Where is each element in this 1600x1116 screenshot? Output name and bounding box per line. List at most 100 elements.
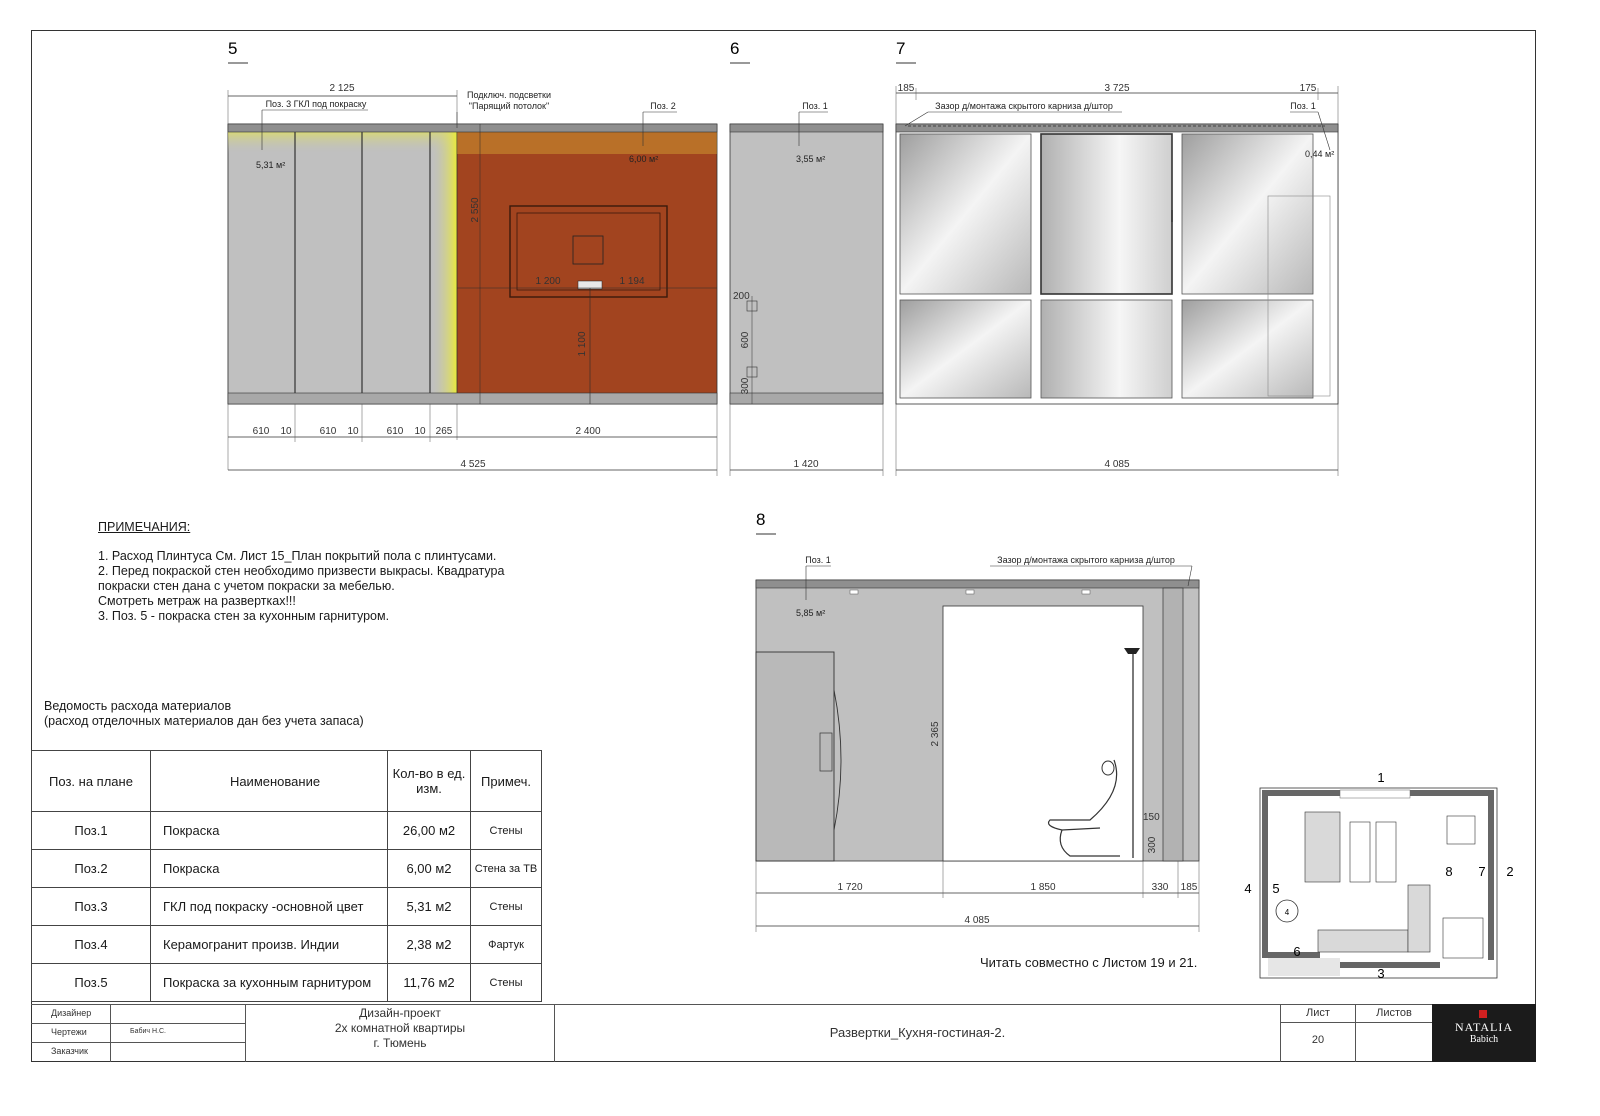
drafter-name: Бабич Н.С.	[130, 1028, 166, 1035]
dim-1200: 1 200	[535, 276, 560, 287]
materials-heading: Ведомость расхода материалов (расход отд…	[44, 699, 364, 729]
elevation-7: 7 185 3 725 175 Зазор д/монтажа скрытого…	[895, 39, 1339, 476]
note-line: 2. Перед покраской стен необходимо призв…	[98, 564, 505, 578]
list-number: 20	[1311, 1034, 1325, 1046]
cell-qty: 11,76 м2	[387, 963, 471, 1002]
cell-qty: 5,31 м2	[387, 887, 471, 926]
dim-610-c: 610	[387, 426, 404, 437]
dim-1420: 1 420	[793, 459, 818, 470]
sheet-title: Развертки_Кухня-гостиная-2.	[829, 1025, 1006, 1040]
cell-qty: 2,38 м2	[387, 925, 471, 964]
key-label-6: 6	[1293, 944, 1300, 959]
dim-2550: 2 550	[470, 197, 481, 222]
dim-175: 175	[1300, 83, 1317, 94]
wall-glow	[430, 124, 457, 404]
dim-1850: 1 850	[1030, 882, 1055, 893]
label-poz2: Поз. 2	[650, 101, 676, 111]
view-number-5: 5	[228, 39, 237, 58]
table-row: Поз.4 Керамогранит произв. Индии 2,38 м2…	[31, 925, 542, 964]
window-pane-3	[1181, 133, 1314, 295]
dim-3725: 3 725	[1104, 83, 1129, 94]
dim-10-b: 10	[347, 426, 359, 437]
dim-4525: 4 525	[460, 459, 485, 470]
elevation-5: 5 2 125 1 200 1 194 2 550 1 100 Поз. 3 Г…	[227, 39, 718, 476]
key-label-1: 1	[1377, 770, 1384, 785]
dim-200: 200	[733, 291, 750, 302]
cell-qty: 26,00 м2	[387, 811, 471, 850]
key-label-2: 2	[1506, 864, 1513, 879]
cell-note: Стены	[470, 963, 542, 1002]
cell-name: Покраска за кухонным гарнитуром	[150, 963, 388, 1002]
role-designer: Дизайнер	[51, 1008, 92, 1018]
dim-185-v8: 185	[1181, 882, 1198, 893]
view-number-8: 8	[756, 510, 765, 529]
dim-2400: 2 400	[575, 426, 600, 437]
project-line-1: Дизайн-проект	[359, 1006, 441, 1020]
cell-pos: Поз.5	[31, 963, 151, 1002]
area-v8: 5,85 м²	[796, 608, 825, 618]
window-pane-2	[1040, 133, 1173, 295]
logo-mark-icon	[1479, 1010, 1487, 1018]
cell-pos: Поз.4	[31, 925, 151, 964]
label-poz1-v8: Поз. 1	[805, 555, 831, 565]
table-header-row: Поз. на плане Наименование Кол-во в ед. …	[31, 750, 542, 812]
view-number-6: 6	[730, 39, 739, 58]
dim-2365: 2 365	[930, 721, 941, 746]
window-pane-1	[899, 133, 1032, 295]
note-line: покраски стен дана с учетом покраски за …	[98, 579, 395, 593]
listov-label: Листов	[1376, 1007, 1412, 1019]
label-poz1-v6: Поз. 1	[802, 101, 828, 111]
dim-265: 265	[436, 426, 453, 437]
ceiling-band-5	[227, 123, 718, 133]
elevation-6: 6 Поз. 1 3,55 м² 200 600 300 1 420	[729, 39, 884, 476]
key-label-4: 4	[1244, 881, 1251, 896]
project-line-3: г. Тюмень	[373, 1036, 427, 1050]
dim-4085-v8: 4 085	[964, 915, 989, 926]
wall-6-panel	[729, 123, 884, 405]
cell-name: Керамогранит произв. Индии	[150, 925, 388, 964]
notes-title: ПРИМЕЧАНИЯ:	[98, 520, 191, 534]
header-name: Наименование	[150, 750, 388, 812]
note-line: 1. Расход Плинтуса См. Лист 15_План покр…	[98, 549, 497, 563]
label-light-2: "Парящий потолок"	[469, 101, 549, 111]
materials-subtitle: (расход отделочных материалов дан без уч…	[44, 714, 364, 728]
area-gkl: 5,31 м²	[256, 160, 285, 170]
key-label-8: 8	[1445, 864, 1452, 879]
cell-note: Стена за ТВ	[470, 849, 542, 888]
label-poz1-v7: Поз. 1	[1290, 101, 1316, 111]
table-row: Поз.3 ГКЛ под покраску -основной цвет 5,…	[31, 887, 542, 926]
cell-qty: 6,00 м2	[387, 849, 471, 888]
read-together-note: Читать совместно с Листом 19 и 21.	[980, 955, 1198, 970]
cell-name: Покраска	[150, 849, 388, 888]
key-label-5: 5	[1272, 881, 1279, 896]
table-row: Поз.5 Покраска за кухонным гарнитуром 11…	[31, 963, 542, 1002]
header-note: Примеч.	[470, 750, 542, 812]
dim-1194: 1 194	[619, 276, 644, 287]
cell-name: Покраска	[150, 811, 388, 850]
header-qty: Кол-во в ед. изм.	[387, 750, 471, 812]
label-light-1: Подключ. подсветки	[467, 90, 551, 100]
dim-4085-v7: 4 085	[1104, 459, 1129, 470]
note-line: Смотреть метраж на развертках!!!	[98, 594, 296, 608]
dim-1720: 1 720	[837, 882, 862, 893]
cell-pos: Поз.3	[31, 887, 151, 926]
dim-300-v6: 300	[740, 377, 751, 394]
label-gkl: Поз. 3 ГКЛ под покраску	[266, 99, 367, 109]
baseboard-5	[227, 392, 718, 405]
dim-610-b: 610	[320, 426, 337, 437]
materials-table: Поз. на плане Наименование Кол-во в ед. …	[31, 750, 542, 1002]
dim-610-a: 610	[253, 426, 270, 437]
dim-185-v7: 185	[898, 83, 915, 94]
doorway-opening	[942, 605, 1144, 862]
dim-600: 600	[740, 331, 751, 348]
cabinet-left	[755, 651, 835, 862]
cell-pos: Поз.2	[31, 849, 151, 888]
cell-pos: Поз.1	[31, 811, 151, 850]
note-line: 3. Поз. 5 - покраска стен за кухонным га…	[98, 609, 390, 623]
dim-150: 150	[1143, 812, 1160, 823]
role-client: Заказчик	[51, 1046, 88, 1056]
view-number-7: 7	[896, 39, 905, 58]
dim-1100: 1 100	[577, 331, 588, 356]
cell-name: ГКЛ под покраску -основной цвет	[150, 887, 388, 926]
dim-300-v8: 300	[1147, 836, 1158, 853]
